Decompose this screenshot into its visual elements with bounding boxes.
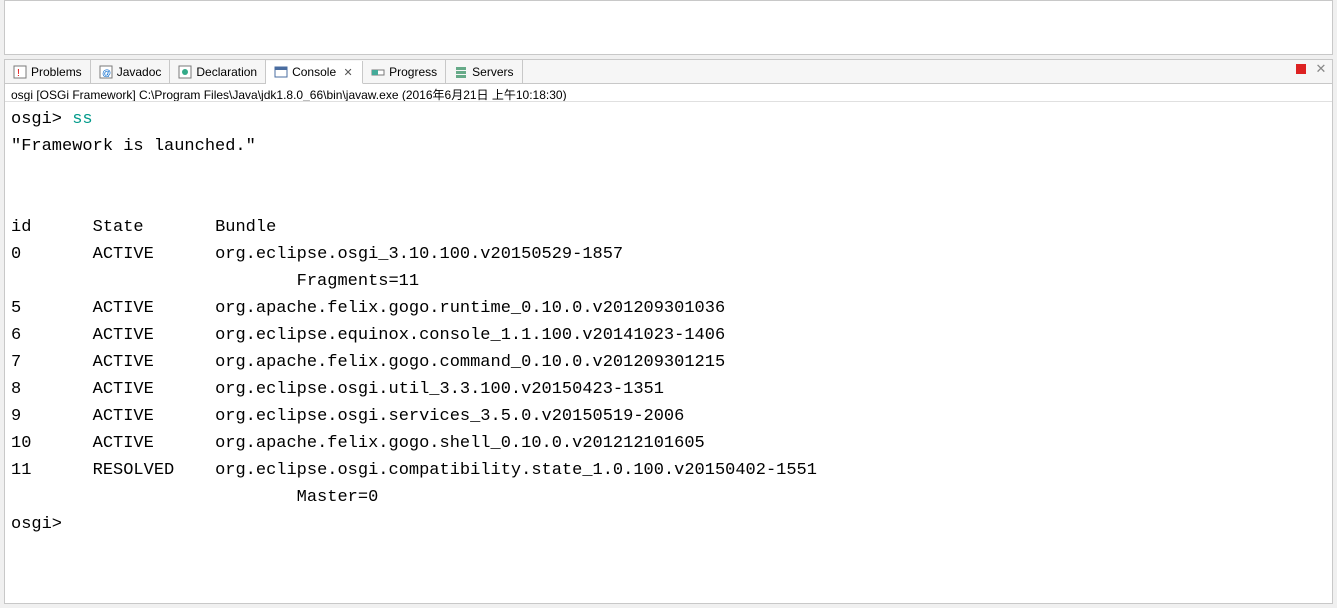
row-state: ACTIVE xyxy=(93,245,154,264)
tab-console[interactable]: Console ✕ xyxy=(266,61,363,84)
col-id: id xyxy=(11,218,31,237)
osgi-prompt: osgi> xyxy=(11,515,62,534)
progress-icon xyxy=(371,65,385,79)
tab-problems[interactable]: ! Problems xyxy=(5,60,91,83)
terminate-icon[interactable] xyxy=(1294,62,1308,76)
tab-label: Console xyxy=(292,65,336,79)
console-icon xyxy=(274,65,288,79)
col-state: State xyxy=(93,218,144,237)
row-bundle: org.eclipse.osgi.util_3.3.100.v20150423-… xyxy=(215,380,664,399)
row-id: 10 xyxy=(11,434,31,453)
row-bundle: org.eclipse.osgi.compatibility.state_1.0… xyxy=(215,461,817,480)
row-extra: Fragments=11 xyxy=(297,272,419,291)
row-state: RESOLVED xyxy=(93,461,175,480)
row-bundle: org.eclipse.osgi.services_3.5.0.v2015051… xyxy=(215,407,684,426)
row-bundle: org.apache.felix.gogo.runtime_0.10.0.v20… xyxy=(215,299,725,318)
row-bundle: org.apache.felix.gogo.shell_0.10.0.v2012… xyxy=(215,434,705,453)
console-output[interactable]: osgi> ss "Framework is launched." id Sta… xyxy=(5,102,1332,603)
tab-label: Servers xyxy=(472,65,513,79)
tab-label: Problems xyxy=(31,65,82,79)
javadoc-icon: @ xyxy=(99,65,113,79)
tab-declaration[interactable]: Declaration xyxy=(170,60,266,83)
row-state: ACTIVE xyxy=(93,407,154,426)
row-bundle: org.eclipse.equinox.console_1.1.100.v201… xyxy=(215,326,725,345)
tab-servers[interactable]: Servers xyxy=(446,60,522,83)
tab-label: Javadoc xyxy=(117,65,162,79)
console-process-label: osgi [OSGi Framework] C:\Program Files\J… xyxy=(5,84,1332,102)
col-bundle: Bundle xyxy=(215,218,276,237)
row-state: ACTIVE xyxy=(93,299,154,318)
row-state: ACTIVE xyxy=(93,434,154,453)
remove-all-icon[interactable]: ✕ xyxy=(1314,62,1328,76)
tab-label: Progress xyxy=(389,65,437,79)
row-id: 11 xyxy=(11,461,31,480)
row-id: 0 xyxy=(11,245,21,264)
tab-label: Declaration xyxy=(196,65,257,79)
servers-icon xyxy=(454,65,468,79)
row-id: 5 xyxy=(11,299,21,318)
row-bundle: org.eclipse.osgi_3.10.100.v20150529-1857 xyxy=(215,245,623,264)
svg-text:!: ! xyxy=(17,68,20,79)
row-state: ACTIVE xyxy=(93,353,154,372)
row-id: 7 xyxy=(11,353,21,372)
view-tabbar: ! Problems @ Javadoc Declaration Console… xyxy=(5,60,1332,84)
row-state: ACTIVE xyxy=(93,380,154,399)
row-state: ACTIVE xyxy=(93,326,154,345)
osgi-command: ss xyxy=(72,110,92,129)
view-toolbar: ✕ xyxy=(1294,62,1328,76)
svg-text:@: @ xyxy=(102,68,111,78)
row-id: 8 xyxy=(11,380,21,399)
bottom-panel: ! Problems @ Javadoc Declaration Console… xyxy=(4,59,1333,604)
status-line: "Framework is launched." xyxy=(11,137,256,156)
tab-javadoc[interactable]: @ Javadoc xyxy=(91,60,171,83)
row-id: 6 xyxy=(11,326,21,345)
close-icon[interactable]: ✕ xyxy=(342,66,354,78)
problems-icon: ! xyxy=(13,65,27,79)
osgi-prompt: osgi> xyxy=(11,110,62,129)
row-extra: Master=0 xyxy=(297,488,379,507)
row-bundle: org.apache.felix.gogo.command_0.10.0.v20… xyxy=(215,353,725,372)
row-id: 9 xyxy=(11,407,21,426)
upper-editor-pane xyxy=(4,0,1333,55)
declaration-icon xyxy=(178,65,192,79)
tab-progress[interactable]: Progress xyxy=(363,60,446,83)
